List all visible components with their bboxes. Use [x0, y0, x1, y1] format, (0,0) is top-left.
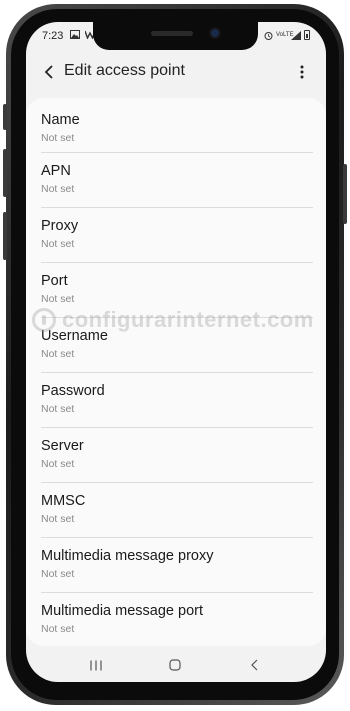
setting-server[interactable]: Server Not set — [41, 428, 313, 483]
nav-back-button[interactable] — [242, 654, 266, 676]
setting-label: Password — [41, 383, 105, 399]
home-icon — [169, 659, 181, 671]
setting-label: Username — [41, 328, 108, 344]
setting-value: Not set — [41, 348, 75, 360]
setting-label: Multimedia message proxy — [41, 548, 214, 564]
setting-value: Not set — [41, 513, 75, 525]
volume-down-button — [3, 149, 7, 197]
setting-value: Not set — [41, 132, 75, 144]
signal-icon — [291, 30, 301, 40]
setting-value: Not set — [41, 403, 75, 415]
setting-label: Multimedia message port — [41, 603, 203, 619]
setting-username[interactable]: Username Not set — [41, 318, 313, 373]
front-camera — [211, 29, 219, 37]
back-button[interactable] — [38, 60, 62, 84]
status-bar: 7:23 VoLTE — [26, 22, 326, 50]
setting-value: Not set — [41, 238, 75, 250]
setting-label: Port — [41, 273, 68, 289]
setting-value: Not set — [41, 183, 75, 195]
setting-name[interactable]: Name Not set — [41, 98, 313, 153]
recents-icon — [90, 660, 102, 670]
setting-value: Not set — [41, 458, 75, 470]
notification-icons — [70, 30, 96, 42]
nav-back-icon — [251, 659, 258, 671]
setting-value: Not set — [41, 623, 75, 635]
volte-icon: VoLTE — [276, 32, 294, 38]
earpiece-speaker — [151, 31, 193, 36]
status-time: 7:23 — [42, 30, 64, 42]
setting-value: Not set — [41, 568, 75, 580]
home-button[interactable] — [163, 654, 187, 676]
settings-card: Name Not set APN Not set Proxy Not set P… — [26, 98, 326, 646]
power-button — [343, 164, 347, 224]
back-arrow-icon — [44, 65, 53, 79]
more-vertical-icon — [300, 65, 304, 79]
setting-password[interactable]: Password Not set — [41, 373, 313, 428]
notch — [93, 22, 258, 50]
setting-label: Proxy — [41, 218, 79, 234]
setting-apn[interactable]: APN Not set — [41, 153, 313, 208]
app-bar: Edit access point — [26, 52, 326, 92]
screen: 7:23 VoLTE Edit access point Name Not se… — [26, 22, 326, 682]
recents-button[interactable] — [84, 654, 108, 676]
setting-proxy[interactable]: Proxy Not set — [41, 208, 313, 263]
setting-label: Server — [41, 438, 84, 454]
setting-value: Not set — [41, 293, 75, 305]
bixby-button — [3, 212, 7, 260]
setting-label: MMSC — [41, 493, 86, 509]
image-icon — [70, 30, 80, 39]
setting-mmsc[interactable]: MMSC Not set — [41, 483, 313, 538]
setting-port[interactable]: Port Not set — [41, 263, 313, 318]
setting-mms-proxy[interactable]: Multimedia message proxy Not set — [41, 538, 313, 593]
page-title: Edit access point — [64, 62, 185, 79]
navigation-bar — [26, 648, 326, 682]
volume-up-button — [3, 104, 7, 130]
more-options-button[interactable] — [290, 60, 314, 84]
battery-icon — [304, 30, 310, 40]
system-status-icons: VoLTE — [264, 30, 310, 40]
setting-label: Name — [41, 112, 80, 128]
setting-label: APN — [41, 163, 71, 179]
setting-mms-port[interactable]: Multimedia message port Not set — [41, 593, 313, 646]
alarm-icon — [264, 31, 273, 40]
